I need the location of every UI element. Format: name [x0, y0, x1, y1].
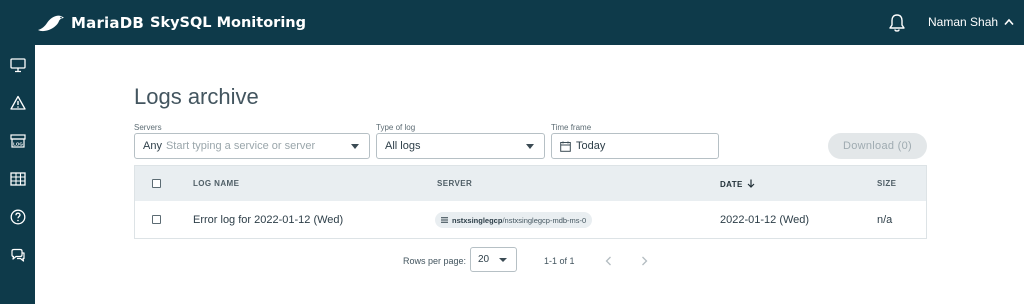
brand-name: MariaDB	[71, 14, 144, 32]
sidebar-item-help[interactable]	[0, 200, 35, 234]
log-name-cell[interactable]: Error log for 2022-01-12 (Wed)	[193, 214, 343, 226]
table-header: LOG NAME SERVER DATE SIZE	[135, 166, 926, 201]
select-all-checkbox[interactable]	[152, 179, 161, 188]
previous-page-button[interactable]	[602, 254, 614, 268]
rows-per-page-label: Rows per page:	[403, 256, 467, 266]
time-frame-picker[interactable]: Today	[551, 133, 719, 159]
sidebar-item-alerts[interactable]	[0, 85, 35, 119]
warning-icon	[9, 95, 26, 110]
time-frame-value: Today	[576, 140, 606, 152]
sidebar: LOG	[0, 45, 35, 304]
list-icon	[441, 217, 448, 223]
log-type-select[interactable]: All logs	[376, 133, 545, 159]
sidebar-item-feedback[interactable]	[0, 238, 35, 272]
caret-down-icon	[351, 144, 359, 149]
servers-label: Servers	[134, 123, 162, 132]
rows-per-page-value: 20	[478, 254, 490, 265]
column-date[interactable]: DATE	[720, 179, 755, 189]
monitor-icon	[9, 57, 26, 72]
servers-select[interactable]: Any Start typing a service or server	[134, 133, 370, 159]
time-frame-label: Time frame	[551, 123, 592, 132]
date-cell: 2022-01-12 (Wed)	[720, 214, 810, 226]
page-title: Logs archive	[134, 84, 259, 109]
top-bar: MariaDB SkySQL Monitoring Naman Shah	[0, 0, 1024, 45]
logs-table: LOG NAME SERVER DATE SIZE Error log for …	[134, 165, 927, 239]
servers-value: Any	[143, 140, 162, 152]
chevron-up-icon	[1004, 18, 1014, 26]
next-page-button[interactable]	[638, 254, 650, 268]
pagination-range: 1-1 of 1	[544, 256, 575, 266]
rows-per-page-select[interactable]: 20	[470, 247, 517, 272]
sidebar-item-tables[interactable]	[0, 162, 35, 196]
notifications-button[interactable]	[888, 13, 906, 33]
servers-placeholder: Start typing a service or server	[165, 140, 316, 152]
arrow-down-icon	[747, 179, 755, 188]
row-checkbox[interactable]	[152, 215, 161, 224]
download-button[interactable]: Download (0)	[828, 133, 927, 159]
seal-icon	[38, 15, 64, 32]
size-cell: n/a	[877, 214, 893, 226]
log-type-value: All logs	[385, 140, 421, 152]
calendar-icon	[560, 141, 571, 152]
log-type-label: Type of log	[376, 123, 416, 132]
sidebar-item-dashboard[interactable]	[0, 48, 35, 82]
mariadb-logo[interactable]: MariaDB SkySQL Monitoring	[36, 10, 306, 36]
log-icon: LOG	[9, 134, 26, 148]
column-log-name[interactable]: LOG NAME	[193, 179, 239, 188]
sidebar-item-logs[interactable]: LOG	[0, 124, 35, 158]
bell-icon	[889, 14, 905, 32]
table-icon	[9, 172, 26, 186]
chat-icon	[10, 248, 25, 262]
user-name: Naman Shah	[928, 15, 999, 29]
caret-down-icon	[499, 258, 507, 262]
column-date-label: DATE	[720, 180, 743, 189]
product-name: SkySQL Monitoring	[150, 15, 306, 31]
user-menu[interactable]: Naman Shah	[928, 15, 1014, 29]
chevron-left-icon	[605, 256, 611, 266]
svg-text:LOG: LOG	[13, 142, 23, 147]
server-path: /nstxsinglegcp-mdb-ms-0	[502, 215, 587, 225]
caret-down-icon	[526, 144, 534, 149]
server-chip[interactable]: nstxsinglegcp /nstxsinglegcp-mdb-ms-0	[435, 212, 593, 228]
help-icon	[10, 209, 25, 225]
chevron-right-icon	[641, 256, 647, 266]
server-name: nstxsinglegcp	[452, 215, 503, 225]
column-size[interactable]: SIZE	[877, 179, 896, 188]
column-server[interactable]: SERVER	[437, 179, 472, 188]
